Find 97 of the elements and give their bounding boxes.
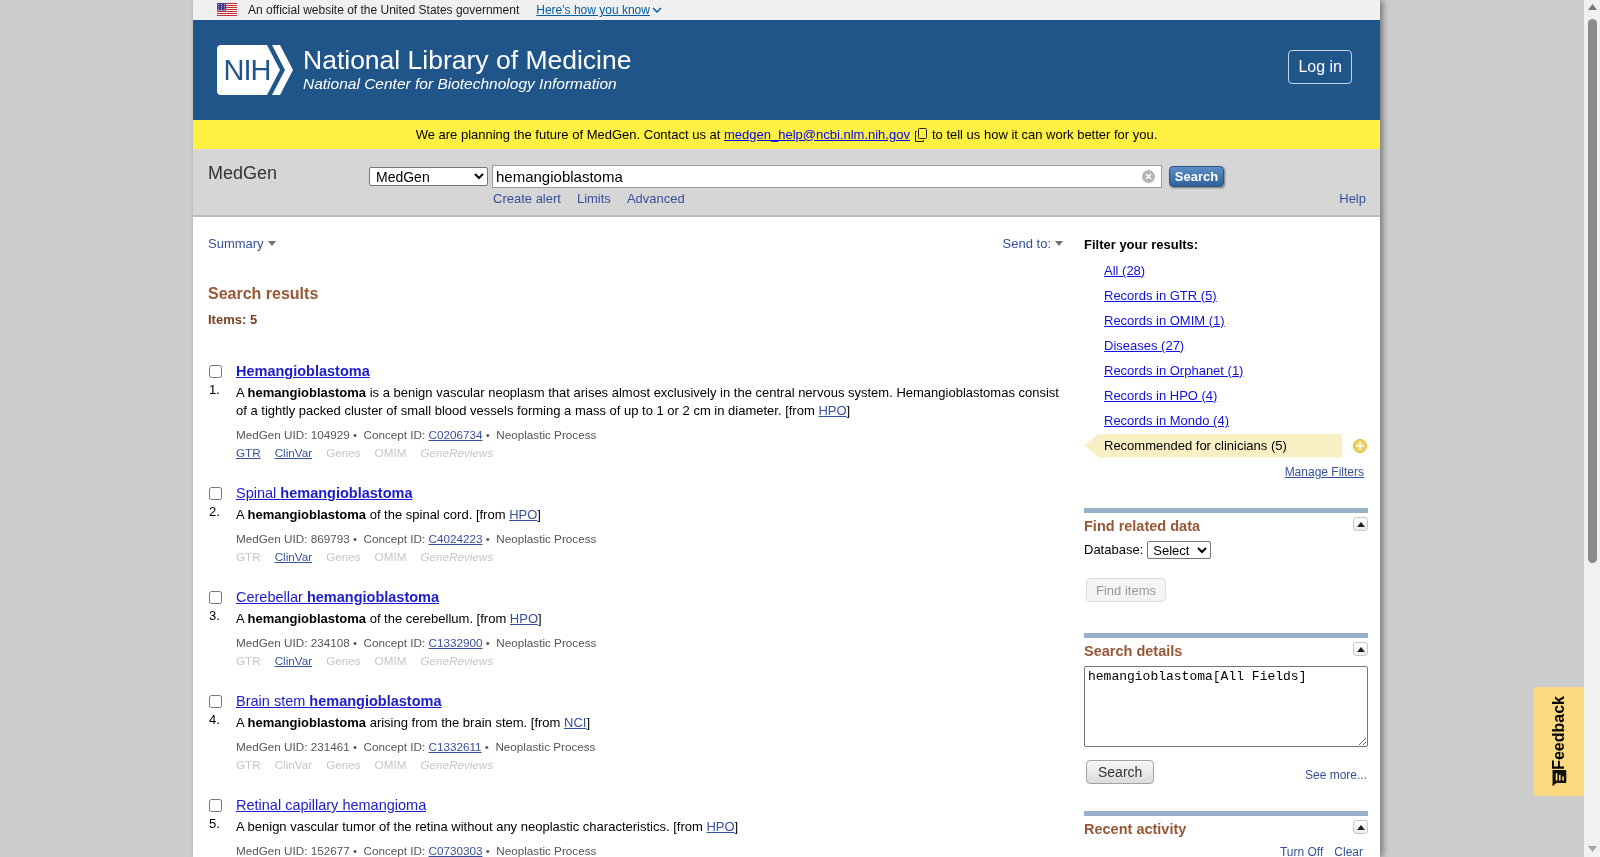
- filter-heading: Filter your results:: [1084, 237, 1200, 253]
- notice-text: to tell us how it can work better for you.: [931, 126, 1158, 143]
- results-count: Items: 5: [208, 312, 259, 328]
- section-title: Search details: [1084, 642, 1183, 661]
- search-option-link[interactable]: Advanced: [626, 190, 685, 207]
- result-meta: MedGen UID: 104929 • Concept ID: C0206734 • Neoplastic Process: [236, 428, 598, 442]
- source-link[interactable]: HPO: [818, 403, 847, 418]
- result-description: A hemangioblastoma is a benign vascular neoplasm that arises almost exclusively in the central nervous system. Hemangioblastomas consist of a tightly packed cluster of small blood vessels forming a mass of up to 1 or 2 cm in diameter. [from HPO]: [236, 384, 1060, 420]
- result-title-link[interactable]: Brain stem hemangioblastoma: [236, 691, 442, 711]
- triangle-up-icon: [1356, 646, 1365, 652]
- filter-link[interactable]: Records in Orphanet (1): [1084, 362, 1244, 379]
- format-menu[interactable]: Summary: [208, 236, 276, 251]
- activity-link[interactable]: Turn Off: [1279, 845, 1324, 857]
- database-link[interactable]: ClinVar: [274, 652, 313, 670]
- login-button[interactable]: Log in: [1288, 50, 1352, 84]
- scrollbar-thumb[interactable]: [1587, 19, 1597, 563]
- filter-link[interactable]: All (28): [1084, 262, 1146, 279]
- database-select[interactable]: MedGen: [369, 167, 488, 186]
- collapse-button[interactable]: [1353, 820, 1368, 834]
- result-checkbox[interactable]: [209, 695, 222, 708]
- result-number: 1.: [209, 382, 220, 398]
- result-meta: MedGen UID: 231461 • Concept ID: C1332611 • Neoplastic Process: [236, 740, 597, 754]
- manage-filters-link[interactable]: Manage Filters: [1284, 465, 1364, 480]
- database-link[interactable]: GTR: [236, 444, 261, 462]
- database-name: MedGen: [208, 162, 279, 183]
- nih-logo: NIH: [217, 45, 295, 95]
- concept-id-link[interactable]: C1332611: [428, 740, 482, 753]
- result-meta: MedGen UID: 869793 • Concept ID: C4024223 • Neoplastic Process: [236, 532, 598, 546]
- search-button[interactable]: Search: [1169, 166, 1224, 187]
- concept-id-link[interactable]: C1332900: [428, 636, 483, 649]
- details-search-button[interactable]: Search: [1086, 760, 1155, 784]
- concept-id-link[interactable]: C4024223: [428, 532, 483, 545]
- result-meta: MedGen UID: 234108 • Concept ID: C1332900 • Neoplastic Process: [236, 636, 598, 650]
- result-checkbox[interactable]: [209, 799, 222, 812]
- database-label: Database:: [1084, 542, 1144, 558]
- gov-banner-text: An official website of the United States government: [248, 3, 520, 17]
- site-title: National Library of Medicine: [303, 45, 632, 75]
- section-title: Find related data: [1084, 517, 1201, 536]
- see-more-link[interactable]: See more...: [1304, 767, 1367, 783]
- filter-link[interactable]: Records in GTR (5): [1084, 287, 1217, 304]
- result-title-link[interactable]: Spinal hemangioblastoma: [236, 483, 413, 503]
- collapse-button[interactable]: [1353, 642, 1368, 656]
- concept-id-link[interactable]: C0206734: [428, 428, 483, 441]
- copy-icon: [914, 127, 927, 142]
- result-description: A hemangioblastoma of the spinal cord. [from HPO]: [236, 506, 542, 524]
- filter-link[interactable]: Records in HPO (4): [1084, 387, 1218, 404]
- help-link[interactable]: Help: [1339, 190, 1366, 207]
- result-description: A hemangioblastoma arising from the brain stem. [from NCI]: [236, 714, 592, 732]
- search-option-link[interactable]: Create alert: [493, 190, 561, 207]
- source-link[interactable]: HPO: [706, 819, 735, 834]
- related-database-select[interactable]: Select: [1147, 541, 1212, 559]
- result-number: 2.: [209, 504, 220, 520]
- results-heading: Search results: [208, 284, 320, 303]
- database-link[interactable]: ClinVar: [274, 548, 313, 566]
- send-to-menu[interactable]: Send to:: [1002, 236, 1063, 251]
- plus-circle-icon: [1353, 438, 1367, 453]
- search-input[interactable]: hemangioblastoma: [492, 165, 1162, 188]
- triangle-up-icon: [1356, 824, 1365, 830]
- result-number: 3.: [209, 608, 220, 624]
- filter-item[interactable]: Recommended for clinicians (5): [1084, 433, 1342, 458]
- filter-link[interactable]: Diseases (27): [1084, 337, 1185, 354]
- result-title-link[interactable]: Retinal capillary hemangioma: [236, 795, 427, 815]
- result-meta: MedGen UID: 152677 • Concept ID: C0730303 • Neoplastic Process: [236, 844, 598, 857]
- source-link[interactable]: NCI: [564, 715, 587, 730]
- filter-link[interactable]: Records in Mondo (4): [1084, 412, 1229, 429]
- database-link[interactable]: ClinVar: [274, 444, 313, 462]
- result-description: A hemangioblastoma of the cerebellum. [from HPO]: [236, 610, 543, 628]
- clear-icon: [1142, 170, 1155, 183]
- scroll-up-arrow-icon: [1587, 4, 1597, 10]
- how-you-know-link[interactable]: Here's how you know: [536, 3, 662, 17]
- collapse-button[interactable]: [1353, 517, 1368, 531]
- search-option-link[interactable]: Limits: [576, 190, 611, 207]
- caret-down-icon: [267, 241, 276, 246]
- result-number: 4.: [209, 712, 220, 728]
- email-link[interactable]: medgen_help@ncbi.nlm.nih.gov: [724, 126, 910, 142]
- result-title-link[interactable]: Cerebellar hemangioblastoma: [236, 587, 440, 607]
- concept-id-link[interactable]: C0730303: [428, 844, 483, 857]
- result-checkbox[interactable]: [209, 365, 222, 378]
- result-description: A benign vascular tumor of the retina without any neoplastic characteristics. [from HPO]: [236, 818, 740, 836]
- filter-link[interactable]: Records in OMIM (1): [1084, 312, 1225, 329]
- scrollbar[interactable]: [1584, 0, 1600, 857]
- feedback-button[interactable]: Feedback: [1533, 687, 1584, 796]
- notice-text: We are planning the future of MedGen. Contact us at medgen_help@ncbi.nlm.nih.gov: [415, 126, 910, 143]
- result-checkbox[interactable]: [209, 591, 222, 604]
- source-link[interactable]: HPO: [509, 611, 538, 626]
- result-checkbox[interactable]: [209, 487, 222, 500]
- site-subtitle: National Center for Biotechnology Information: [303, 75, 618, 92]
- scroll-down-arrow-icon: [1587, 846, 1597, 852]
- triangle-up-icon: [1356, 521, 1365, 527]
- us-flag-icon: [217, 3, 237, 17]
- chevron-down-icon: [651, 7, 662, 13]
- search-details-field[interactable]: hemangioblastoma[All Fields]: [1084, 666, 1368, 747]
- caret-down-icon: [1055, 241, 1063, 246]
- result-number: 5.: [209, 816, 220, 832]
- section-title: Recent activity: [1084, 820, 1187, 839]
- activity-link[interactable]: Clear: [1334, 845, 1363, 857]
- result-title-link[interactable]: Hemangioblastoma: [236, 361, 370, 381]
